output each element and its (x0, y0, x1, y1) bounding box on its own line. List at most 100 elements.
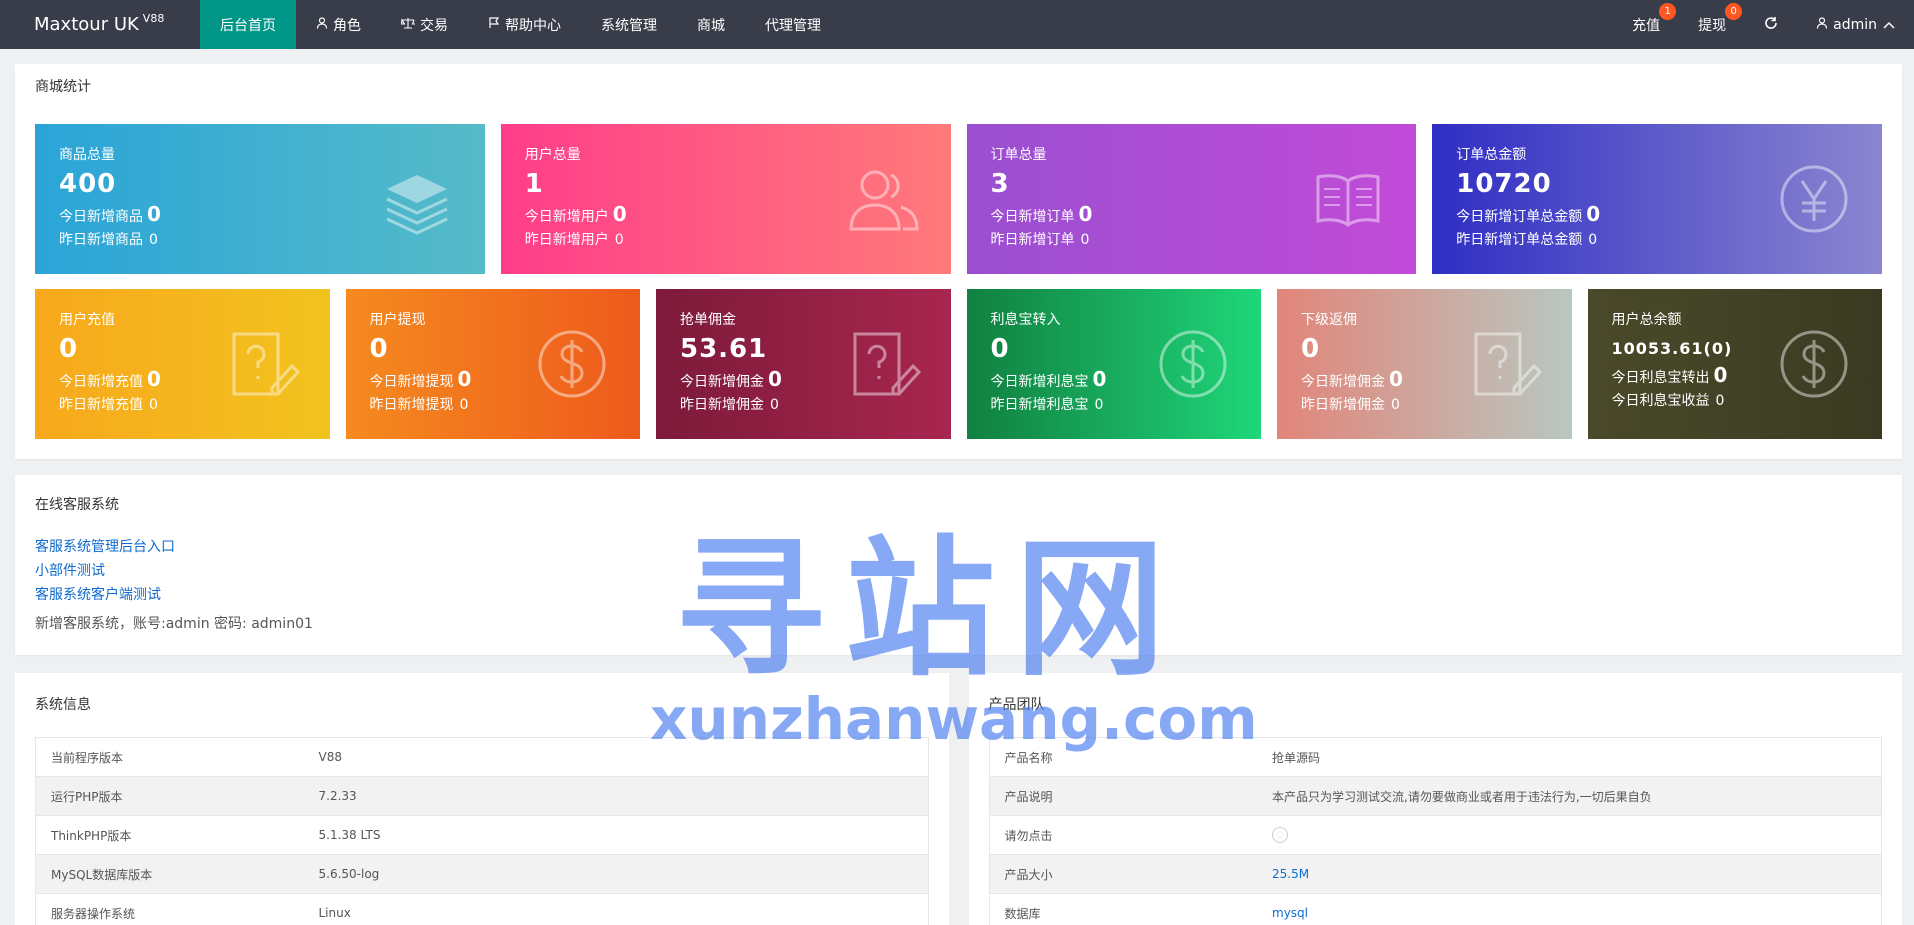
app-title: Maxtour UK (34, 14, 139, 35)
table-row: ThinkPHP版本 5.1.38 LTS (35, 815, 928, 855)
row-value: 抢单源码 (1257, 737, 1882, 777)
nav-item-mall[interactable]: 商城 (677, 0, 745, 49)
widget-test-link[interactable]: 小部件测试 (35, 559, 1882, 583)
stat-card-interest-in: 利息宝转入 0 今日新增利息宝 0 昨日新增利息宝 0 (966, 289, 1261, 439)
panel-title: 系统信息 (35, 697, 91, 713)
row-value: 5.1.38 LTS (303, 815, 928, 855)
stat-card-users: 用户总量 1 今日新增用户 0 昨日新增用户 0 (500, 124, 951, 274)
withdraw-badge: 0 (1725, 3, 1743, 20)
row-key: 产品大小 (989, 854, 1257, 894)
question-note-icon (232, 332, 300, 396)
nav-item-label: 交易 (420, 17, 448, 34)
users-icon (848, 170, 919, 231)
nav-item-label: 角色 (333, 17, 361, 34)
nav-item-roles[interactable]: 角色 (296, 0, 381, 49)
nav-item-home[interactable]: 后台首页 (200, 0, 296, 49)
dollar-icon (538, 330, 606, 398)
stats-row-1: 商品总量 400 今日新增商品 0 昨日新增商品 0 用户总量 1 今日新增用户 0 … (35, 124, 1882, 274)
row-value: Linux (303, 893, 928, 925)
main-nav: 后台首页 角色 交易 帮助中心 系统管理 商城 代理管理 (200, 0, 841, 49)
row-key: MySQL数据库版本 (35, 854, 304, 894)
row-key: 当前程序版本 (35, 737, 304, 777)
row-value-link[interactable]: mysql (1257, 893, 1882, 925)
mall-stats-panel: 商城统计 商品总量 400 今日新增商品 0 昨日新增商品 0 用户总量 1 今日新… (15, 64, 1902, 459)
chevron-up-icon (1883, 18, 1895, 32)
nav-item-label: 代理管理 (765, 17, 821, 34)
circle-icon[interactable]: ◌ (1272, 827, 1288, 843)
refresh-icon (1764, 16, 1778, 34)
top-navbar: Maxtour UK V88 后台首页 角色 交易 帮助中心 系统管理 商城 代理… (0, 0, 1914, 49)
table-row: MySQL数据库版本 5.6.50-log (35, 854, 928, 894)
service-body: 客服系统管理后台入口 小部件测试 客服系统客户端测试 新增客服系统，账号:adm… (15, 535, 1902, 633)
user-icon (1816, 16, 1828, 33)
stat-card-products: 商品总量 400 今日新增商品 0 昨日新增商品 0 (35, 124, 485, 274)
row-key: 请勿点击 (989, 815, 1257, 855)
service-account-note: 新增客服系统，账号:admin 密码: admin01 (35, 616, 313, 632)
row-value-link[interactable]: 25.5M (1257, 854, 1882, 894)
stats-row-2: 用户充值 0 今日新增充值 0 昨日新增充值 0 用户提现 0 今日新增提现 0 昨日… (35, 289, 1882, 439)
stat-card-recharge: 用户充值 0 今日新增充值 0 昨日新增充值 0 (35, 289, 330, 439)
row-value[interactable]: ◌ (1257, 815, 1882, 855)
refresh-button[interactable] (1745, 0, 1797, 49)
row-key: ThinkPHP版本 (35, 815, 304, 855)
layers-icon (386, 175, 448, 235)
table-row: 服务器操作系统 Linux (35, 893, 928, 925)
stat-card-commission: 抢单佣金 53.61 今日新增佣金 0 昨日新增佣金 0 (656, 289, 951, 439)
product-team-table: 产品名称 抢单源码 产品说明 本产品只为学习测试交流,请勿要做商业或者用于违法行为,… (988, 737, 1882, 925)
withdraw-label: 提现 (1698, 17, 1727, 34)
stat-card-total-balance: 用户总余额 10053.61(0) 今日利息宝转出 0 今日利息宝收益 0 (1587, 289, 1882, 439)
table-row: 请勿点击 ◌ (989, 815, 1882, 855)
panel-title: 商城统计 (35, 79, 91, 95)
question-note-icon (1474, 332, 1542, 396)
recharge-button[interactable]: 充值 1 (1613, 0, 1679, 49)
row-key: 产品说明 (989, 776, 1257, 816)
stat-card-orders: 订单总量 3 今日新增订单 0 昨日新增订单 0 (966, 124, 1417, 274)
customer-service-panel: 在线客服系统 客服系统管理后台入口 小部件测试 客服系统客户端测试 新增客服系统… (15, 475, 1902, 655)
row-key: 运行PHP版本 (35, 776, 304, 816)
bottom-panels: 系统信息 当前程序版本 V88 运行PHP版本 7.2.33 ThinkPHP版本 5… (15, 673, 1902, 925)
system-info-table: 当前程序版本 V88 运行PHP版本 7.2.33 ThinkPHP版本 5.1.38… (35, 737, 929, 925)
panel-title: 产品团队 (988, 697, 1045, 713)
book-icon (1316, 174, 1380, 227)
nav-item-trade[interactable]: 交易 (381, 0, 468, 49)
stat-card-rebate: 下级返佣 0 今日新增佣金 0 昨日新增佣金 0 (1277, 289, 1572, 439)
nav-item-label: 商城 (697, 17, 725, 34)
nav-item-label: 系统管理 (601, 17, 657, 34)
withdraw-button[interactable]: 提现 0 (1679, 0, 1745, 49)
table-row: 运行PHP版本 7.2.33 (35, 776, 928, 816)
scale-icon (400, 17, 416, 33)
stat-card-order-amount: 订单总金额 10720 今日新增订单总金额 0 昨日新增订单总金额 0 (1432, 124, 1882, 274)
yen-icon (1780, 165, 1848, 233)
row-value: 本产品只为学习测试交流,请勿要做商业或者用于违法行为,一切后果自负 (1257, 776, 1882, 816)
dollar-icon (1780, 330, 1848, 398)
user-icon (316, 16, 328, 33)
recharge-label: 充值 (1632, 17, 1661, 34)
row-key: 产品名称 (989, 737, 1257, 777)
nav-item-system[interactable]: 系统管理 (581, 0, 677, 49)
right-nav: 充值 1 提现 0 admin (1613, 0, 1914, 49)
row-key: 服务器操作系统 (35, 893, 304, 925)
system-info-panel: 系统信息 当前程序版本 V88 运行PHP版本 7.2.33 ThinkPHP版本 5… (15, 673, 949, 925)
nav-item-help[interactable]: 帮助中心 (468, 0, 581, 49)
row-value: 7.2.33 (303, 776, 928, 816)
table-row: 产品名称 抢单源码 (989, 737, 1882, 777)
app-version: V88 (142, 12, 165, 25)
nav-item-agent[interactable]: 代理管理 (745, 0, 841, 49)
stat-card-withdraw: 用户提现 0 今日新增提现 0 昨日新增提现 0 (345, 289, 640, 439)
recharge-badge: 1 (1659, 3, 1677, 20)
product-team-panel: 产品团队 产品名称 抢单源码 产品说明 本产品只为学习测试交流,请勿要做商业或者用于… (968, 673, 1902, 925)
row-value: V88 (303, 737, 928, 777)
service-client-test-link[interactable]: 客服系统客户端测试 (35, 583, 1882, 607)
app-logo[interactable]: Maxtour UK V88 (0, 0, 200, 49)
nav-item-label: 帮助中心 (505, 17, 561, 34)
row-key: 数据库 (989, 893, 1257, 925)
panel-title: 在线客服系统 (35, 497, 119, 513)
table-row: 数据库 mysql (989, 893, 1882, 925)
dollar-icon (1159, 330, 1227, 398)
table-row: 产品说明 本产品只为学习测试交流,请勿要做商业或者用于违法行为,一切后果自负 (989, 776, 1882, 816)
flag-icon (488, 16, 500, 33)
service-admin-link[interactable]: 客服系统管理后台入口 (35, 535, 1882, 559)
table-row: 产品大小 25.5M (989, 854, 1882, 894)
table-row: 当前程序版本 V88 (35, 737, 928, 777)
user-menu[interactable]: admin (1797, 0, 1914, 49)
